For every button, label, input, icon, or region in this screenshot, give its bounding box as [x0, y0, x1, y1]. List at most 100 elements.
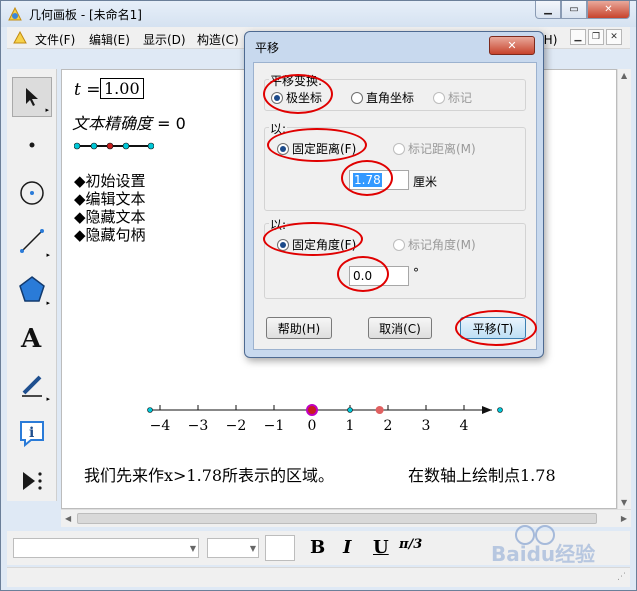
compass-icon	[20, 181, 44, 205]
doc-close-button[interactable]: ✕	[606, 29, 622, 45]
math-symbol-button[interactable]: π/3	[399, 537, 422, 552]
menu-file[interactable]: 文件(F)	[35, 31, 75, 48]
app-icon	[8, 6, 22, 21]
axis-tick-label: 1	[346, 418, 355, 434]
chevron-down-icon: ▼	[249, 544, 256, 553]
straightedge-tool[interactable]: ▸	[12, 221, 52, 261]
document-icon[interactable]	[13, 31, 27, 45]
window-controls: ▁ ▭ ✕	[535, 1, 630, 19]
radio-marked-distance-label: 标记距离(M)	[408, 142, 476, 156]
radio-marked-distance[interactable]: 标记距离(M)	[393, 140, 476, 157]
parameter-name: t	[74, 80, 81, 100]
resize-grip-icon[interactable]: ⋰	[617, 572, 626, 582]
axis-tick-label: −1	[264, 418, 285, 434]
custom-tool[interactable]	[12, 461, 52, 501]
scroll-down-icon[interactable]: ▼	[621, 498, 627, 507]
straightedge-icon	[20, 229, 44, 253]
arrow-select-tool[interactable]: ▸	[12, 77, 52, 117]
point-icon	[29, 142, 35, 148]
font-size-select[interactable]: ▼	[207, 538, 259, 558]
vertical-scrollbar[interactable]: ▲ ▼	[617, 69, 631, 509]
axis-unit-point[interactable]	[347, 407, 353, 413]
axis-marked-point[interactable]	[375, 406, 384, 414]
text-icon: A	[20, 324, 42, 351]
annotation-angle-value	[337, 256, 389, 292]
precision-value: 0	[175, 114, 186, 133]
radio-marked-label: 标记	[448, 91, 473, 105]
action-hide-text[interactable]: ◆隐藏文本	[74, 208, 146, 226]
text-precision[interactable]: 文本精确度 = 0	[72, 110, 186, 134]
custom-tool-icon	[23, 472, 42, 490]
number-line[interactable]: −4 −3 −2 −1 0 1 2 3 4	[140, 396, 510, 436]
action-edit-text[interactable]: ◆编辑文本	[74, 190, 146, 208]
polygon-icon	[19, 276, 45, 302]
annotation-distance-value	[341, 160, 393, 196]
radio-marked-dot	[433, 91, 445, 104]
close-button[interactable]: ✕	[587, 1, 630, 19]
radio-rectangular[interactable]: 直角坐标	[351, 89, 414, 106]
axis-right-endpoint[interactable]	[497, 407, 503, 413]
window-title: 几何画板 - [未命名1]	[29, 8, 142, 22]
axis-tick-label: 3	[422, 418, 431, 434]
slider-control[interactable]	[74, 140, 154, 152]
axis-tick-label: −4	[150, 418, 171, 434]
annotation-polar	[263, 74, 333, 114]
axis-arrow	[482, 406, 492, 414]
svg-text:i: i	[29, 425, 34, 441]
cancel-button[interactable]: 取消(C)	[368, 317, 432, 339]
document-window-controls: ▁ ❐ ✕	[570, 29, 622, 45]
info-tool[interactable]: i	[12, 413, 52, 453]
maximize-button[interactable]: ▭	[561, 1, 587, 19]
action-initial-setup[interactable]: ◆初始设置	[74, 172, 146, 190]
minimize-button[interactable]: ▁	[535, 1, 561, 19]
bold-button[interactable]: B	[310, 537, 325, 558]
marker-tool[interactable]: ▸	[12, 365, 52, 405]
text-tool[interactable]: A	[12, 317, 52, 357]
italic-button[interactable]: I	[343, 537, 351, 558]
scroll-up-icon[interactable]: ▲	[621, 71, 627, 80]
dialog-title: 平移	[255, 41, 280, 55]
axis-tick-label: 2	[384, 418, 393, 434]
parameter-equals: =	[86, 80, 101, 100]
annotation-fixed-angle	[263, 222, 363, 256]
parameter-t-value[interactable]: 1.00	[100, 78, 144, 99]
menu-edit[interactable]: 编辑(E)	[89, 31, 130, 48]
compass-tool[interactable]	[12, 173, 52, 213]
dialog-close-button[interactable]: ✕	[489, 36, 535, 55]
toolbox: ▸ ▸ ▸ A ▸ i	[7, 69, 57, 501]
point-tool[interactable]	[12, 125, 52, 165]
help-button[interactable]: 帮助(H)	[266, 317, 332, 339]
underline-button[interactable]: U	[373, 537, 389, 558]
menu-construct[interactable]: 构造(C)	[197, 31, 239, 48]
font-family-select[interactable]: ▼	[13, 538, 199, 558]
distance-unit: 厘米	[413, 175, 438, 189]
doc-restore-button[interactable]: ❐	[588, 29, 604, 45]
axis-tick-label: 0	[308, 418, 317, 434]
arrow-select-icon	[26, 88, 38, 106]
action-button-list: ◆初始设置 ◆编辑文本 ◆隐藏文本 ◆隐藏句柄	[74, 172, 146, 244]
scroll-left-icon[interactable]: ◀	[65, 514, 71, 523]
radio-marked-angle-dot	[393, 238, 405, 251]
axis-tick-label: 4	[460, 418, 469, 434]
svg-text:A: A	[20, 324, 42, 351]
polygon-tool[interactable]: ▸	[12, 269, 52, 309]
action-hide-handles[interactable]: ◆隐藏句柄	[74, 226, 146, 244]
info-icon: i	[20, 421, 44, 448]
axis-origin-point[interactable]	[306, 404, 318, 416]
annotation-fixed-distance	[267, 128, 367, 162]
radio-marked-angle[interactable]: 标记角度(M)	[393, 236, 476, 253]
doc-minimize-button[interactable]: ▁	[570, 29, 586, 45]
chevron-down-icon: ▼	[189, 544, 196, 553]
instruction-text: 我们先来作x>1.78所表示的区域。	[84, 466, 335, 485]
axis-tick-label: −2	[226, 418, 247, 434]
parameter-t-label[interactable]: t =	[74, 80, 101, 100]
axis-tick-label: −3	[188, 418, 209, 434]
title-bar[interactable]: 几何画板 - [未命名1] ▁ ▭ ✕	[1, 1, 636, 27]
radio-marked-distance-dot	[393, 142, 405, 155]
menu-display[interactable]: 显示(D)	[143, 31, 186, 48]
radio-marked[interactable]: 标记	[433, 89, 472, 106]
angle-unit: °	[413, 266, 419, 280]
step-text: 在数轴上绘制点1.78	[408, 466, 556, 485]
text-color-button[interactable]	[265, 535, 295, 561]
axis-left-endpoint[interactable]	[147, 407, 153, 413]
